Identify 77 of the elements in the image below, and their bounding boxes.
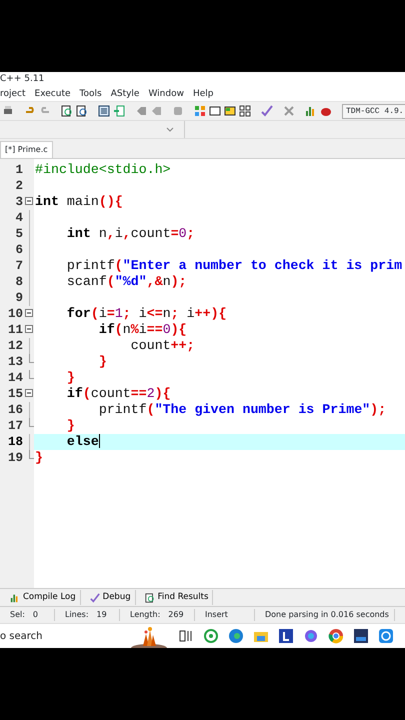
line-number: 15	[8, 386, 23, 403]
check-icon[interactable]	[261, 105, 273, 117]
line-number: 5	[15, 226, 23, 243]
panel-tab[interactable]: Find Results	[138, 590, 214, 605]
grid-icon[interactable]	[239, 105, 251, 117]
cross-icon[interactable]	[283, 105, 295, 117]
line-number: 14	[8, 370, 23, 387]
chevron-icon	[166, 127, 174, 132]
task-view-icon[interactable]	[178, 628, 194, 644]
menu-item[interactable]: roject	[0, 87, 26, 101]
code-line: }	[34, 450, 44, 466]
line-number: 13	[8, 354, 23, 371]
chat-icon[interactable]	[203, 628, 219, 644]
line-number: 6	[15, 242, 23, 259]
fold-end-icon	[29, 418, 34, 427]
status-label: Length:	[130, 609, 160, 621]
line-number: 1	[15, 162, 23, 179]
status-label: Lines:	[65, 609, 89, 621]
code-line: int n,i,count=0;	[66, 226, 196, 242]
panel-tab[interactable]: Debug	[84, 590, 136, 605]
browser-icon[interactable]	[228, 628, 244, 644]
ide-app-icon[interactable]	[353, 628, 369, 644]
code-line: if(count==2){	[66, 386, 172, 402]
line-number: 2	[15, 178, 23, 195]
line-number: 19	[8, 450, 23, 467]
line-number: 7	[15, 258, 23, 275]
file-tab[interactable]: [*] Prime.c	[0, 141, 53, 158]
menu-item[interactable]: AStyle	[110, 87, 140, 101]
line-number: 9	[15, 290, 23, 307]
line-number: 4	[15, 210, 23, 227]
menu-item[interactable]: Tools	[80, 87, 102, 101]
check-icon	[90, 592, 100, 602]
print-icon[interactable]	[2, 105, 14, 117]
app-icon[interactable]	[278, 628, 294, 644]
fold-end-icon	[29, 450, 34, 459]
code-line: }	[98, 354, 108, 370]
menu-item[interactable]: Help	[192, 87, 214, 101]
code-line: printf("The given number is Prime");	[98, 402, 388, 418]
line-number: 11	[8, 322, 23, 339]
window-icon[interactable]	[224, 105, 236, 117]
status-value: 19	[96, 609, 107, 621]
window-icon[interactable]	[209, 105, 221, 117]
line-number: 16	[8, 402, 23, 419]
find-icon	[144, 592, 155, 602]
window-title: C++ 5.11	[0, 74, 44, 84]
code-line: if(n%i==0){	[98, 322, 188, 338]
compiler-dropdown[interactable]: TDM-GCC 4.9.	[342, 104, 405, 118]
status-value: 269	[168, 609, 184, 621]
indent-icon[interactable]	[98, 105, 110, 117]
code-line: int main(){	[34, 194, 124, 210]
code-line: printf("Enter a number to check it is prim	[66, 258, 404, 274]
status-value: 0	[32, 609, 38, 621]
status-label: Sel:	[10, 609, 25, 621]
chart-icon	[10, 592, 20, 602]
line-number: 17	[8, 418, 23, 435]
menu-item[interactable]: Window	[148, 87, 184, 101]
status-value: Insert	[205, 609, 228, 621]
code-line: for(i=1; i<=n; i++){	[66, 306, 228, 322]
line-number: 8	[15, 274, 23, 291]
replace-icon[interactable]	[76, 105, 88, 117]
app-icon[interactable]	[303, 628, 319, 644]
code-line: count++;	[130, 338, 196, 354]
browser-icon[interactable]	[328, 628, 344, 644]
find-icon[interactable]	[61, 105, 73, 117]
status-value: Done parsing in 0.016 seconds	[265, 609, 389, 621]
code-line: scanf("%d",&n);	[66, 274, 188, 290]
line-number: 18	[8, 434, 23, 451]
chart-icon[interactable]	[305, 105, 317, 117]
grid-icon[interactable]	[194, 105, 206, 117]
code-line: #include<stdio.h>	[34, 162, 172, 178]
line-number: 10	[8, 306, 23, 323]
line-number: 3	[15, 194, 23, 211]
menu-item[interactable]: Execute	[34, 87, 71, 101]
code-line: }	[66, 418, 76, 434]
code-line: }	[66, 370, 76, 386]
panel-tab[interactable]: Compile Log	[4, 590, 81, 605]
line-number: 12	[8, 338, 23, 355]
